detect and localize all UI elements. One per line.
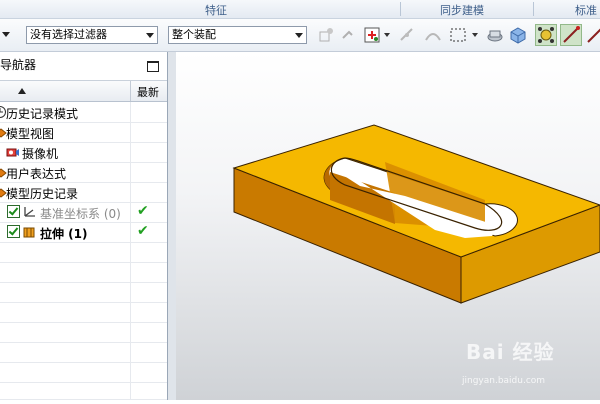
ribbon-group-sync-modeling[interactable]: 同步建模 [440,2,484,18]
navigator-column-header: 最新 [0,80,167,102]
watermark-url: jingyan.baidu.com [462,376,546,386]
tree-row-label: 模型历史记录 [6,187,79,201]
ribbon-separator [400,2,401,16]
select-arrow-icon[interactable] [340,26,358,44]
tree-row-model-views[interactable]: 模型视图 [0,122,167,143]
extrude-icon [23,227,35,238]
tree-row-label: 拉伸 (1) [40,227,88,241]
tree-row-empty [0,302,167,323]
toolbar-overflow-arrow[interactable] [2,32,10,37]
tree-row-empty [0,282,167,303]
camera-icon [6,148,19,157]
column-divider[interactable] [130,81,131,101]
column-divider [130,262,131,282]
tree-row-label: 模型视图 [6,127,55,141]
tree-row-user-expressions[interactable]: 用户表达式 [0,162,167,183]
tree-row-empty [0,379,167,400]
tree-row-label: 摄像机 [22,147,59,161]
column-divider [130,342,131,362]
chevron-down-icon [146,33,154,38]
up-to-date-check-icon: ✔ [137,203,149,219]
selection-toolbar: 没有选择过滤器 整个装配 [0,19,600,52]
tree-row-empty [0,322,167,343]
tree-row-history-mode[interactable]: 历史记录模式 [0,102,167,123]
filter-select-value: 没有选择过滤器 [30,28,107,41]
assembly-scope-value: 整个装配 [172,28,216,41]
sort-ascending-icon[interactable] [18,88,26,94]
navigator-title: 导航器 [0,58,37,72]
tree-row-label: 用户表达式 [6,167,67,181]
part-navigator: 导航器 最新 历史记录模式 模型视图 摄像机 用户表达式 模型历史记录 基准坐标… [0,52,168,400]
tree-row-empty [0,242,167,263]
tree-row-model-history[interactable]: 模型历史记录 [0,182,167,203]
splitter[interactable] [168,52,176,400]
filter-select[interactable]: 没有选择过滤器 [26,26,158,44]
snap-point-icon[interactable] [317,26,335,44]
tree-row-datum-csys[interactable]: 基准坐标系 (0) ✔ [0,202,167,223]
up-to-date-check-icon: ✔ [137,223,149,239]
column-divider [130,162,131,182]
tree-row-label: 历史记录模式 [6,107,79,121]
column-divider [130,222,131,242]
column-divider [130,122,131,142]
tree-row-label: 基准坐标系 (0) [40,207,121,221]
watermark-brand: Bai 经验 [466,340,555,364]
line-endpoint-icon [563,26,580,43]
column-divider [130,322,131,342]
column-divider [130,302,131,322]
shaded-view-icon[interactable] [486,26,504,44]
column-latest-label[interactable]: 最新 [137,84,159,100]
chevron-down-icon [295,33,303,38]
maximize-icon[interactable] [147,61,159,72]
column-divider [130,182,131,202]
visibility-checkbox[interactable] [7,225,20,238]
chevron-down-icon[interactable] [384,33,390,37]
datum-csys-icon [24,207,35,217]
chevron-down-icon[interactable] [472,33,478,37]
snap-midpoint-icon[interactable] [398,26,416,44]
column-divider [130,242,131,262]
snap-curve-icon[interactable] [424,26,442,44]
ribbon-separator [533,2,534,16]
snap-points-icon [538,27,554,43]
ribbon-group-standard[interactable]: 标准 [575,2,597,18]
tree-row-extrude[interactable]: 拉伸 (1) ✔ [0,222,167,243]
column-divider [130,282,131,302]
column-divider [130,142,131,162]
column-divider [130,102,131,122]
assembly-scope-select[interactable]: 整个装配 [168,26,307,44]
select-feature-icon[interactable] [363,26,381,44]
tree-row-empty [0,262,167,283]
snap-line-icon[interactable] [586,26,600,44]
tree-row-empty [0,342,167,363]
tree-row-cameras[interactable]: 摄像机 [0,142,167,163]
snap-points-toggle[interactable] [535,24,557,46]
snap-endpoint-toggle[interactable] [560,24,582,46]
column-divider [130,202,131,222]
ribbon-group-labels: 特征 同步建模 标准 [0,0,600,19]
visibility-checkbox[interactable] [7,205,20,218]
column-divider [130,379,131,399]
ribbon-group-feature[interactable]: 特征 [205,2,227,18]
rectangle-select-icon[interactable] [449,26,467,44]
cube-view-icon[interactable] [509,26,527,44]
